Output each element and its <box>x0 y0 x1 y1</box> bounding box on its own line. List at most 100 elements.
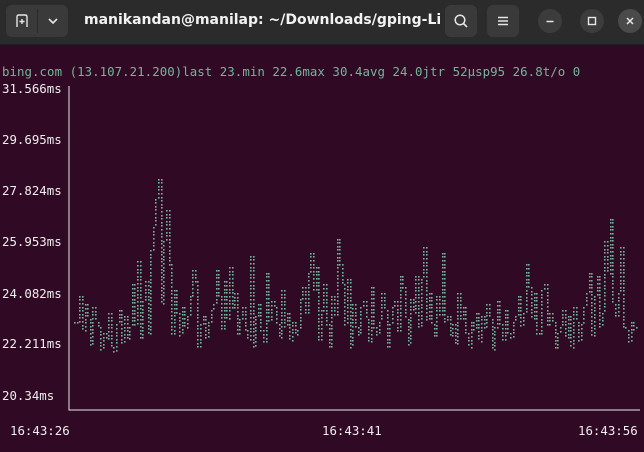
data-point <box>179 313 181 337</box>
data-point <box>82 296 84 330</box>
data-point <box>318 267 320 341</box>
data-point <box>148 281 150 334</box>
data-point <box>502 324 504 341</box>
data-point <box>247 330 249 339</box>
data-point <box>211 310 213 323</box>
data-point <box>295 322 297 334</box>
data-point <box>350 279 352 349</box>
data-point <box>279 324 281 337</box>
data-point <box>392 307 394 324</box>
data-point <box>77 322 79 324</box>
data-point <box>237 293 239 335</box>
data-point <box>379 322 381 334</box>
data-point <box>400 276 402 332</box>
data-point <box>560 327 562 333</box>
data-point <box>142 301 144 339</box>
data-point <box>415 276 417 314</box>
data-point <box>478 313 480 340</box>
data-point <box>119 310 121 323</box>
data-point <box>452 324 454 337</box>
data-point <box>245 307 247 331</box>
data-point <box>90 319 92 346</box>
data-point <box>331 296 333 348</box>
data-point <box>431 293 433 324</box>
data-point <box>368 319 370 342</box>
data-point <box>570 316 572 347</box>
data-point <box>586 293 588 306</box>
data-point <box>410 299 412 344</box>
data-point <box>85 304 87 332</box>
data-point <box>323 284 325 312</box>
data-point <box>79 296 81 323</box>
data-point <box>208 322 210 338</box>
data-point <box>74 322 76 324</box>
data-point <box>337 239 339 316</box>
data-point <box>468 333 470 346</box>
data-point <box>274 301 276 307</box>
data-point <box>213 304 215 310</box>
data-point <box>402 276 404 289</box>
data-point <box>604 241 606 312</box>
data-point <box>190 296 192 316</box>
data-point <box>200 324 202 348</box>
data-point <box>113 347 115 353</box>
data-point <box>513 322 515 338</box>
latency-plot <box>68 86 640 411</box>
data-point <box>434 324 436 337</box>
data-point <box>347 279 349 324</box>
data-point <box>329 324 331 348</box>
data-point <box>284 290 286 328</box>
data-point <box>557 333 559 349</box>
data-point <box>528 264 530 288</box>
data-point <box>489 304 491 317</box>
data-point <box>576 307 578 320</box>
data-point <box>266 273 268 343</box>
data-point <box>520 296 522 327</box>
data-point <box>161 179 163 303</box>
data-point <box>423 247 425 278</box>
data-point <box>302 287 304 300</box>
data-point <box>108 313 110 340</box>
data-point <box>297 330 299 336</box>
data-point <box>633 322 635 331</box>
data-point <box>455 324 457 344</box>
data-point <box>232 267 234 309</box>
data-point <box>195 270 197 283</box>
data-point <box>169 210 171 266</box>
data-point <box>436 296 438 337</box>
data-point <box>242 307 244 320</box>
data-point <box>552 313 554 322</box>
data-point <box>578 322 580 342</box>
data-point <box>366 301 368 318</box>
data-point <box>494 327 496 351</box>
data-point <box>555 322 557 349</box>
data-point <box>187 316 189 329</box>
data-point <box>342 264 344 284</box>
data-point <box>137 261 139 325</box>
data-point <box>184 307 186 327</box>
data-point <box>334 296 336 316</box>
data-point <box>473 322 475 331</box>
data-point <box>100 327 102 351</box>
data-point <box>547 284 549 326</box>
data-point <box>258 304 260 317</box>
data-point <box>562 310 564 326</box>
data-point <box>150 250 152 335</box>
data-point <box>421 279 423 327</box>
data-point <box>287 313 289 326</box>
data-point <box>116 324 118 352</box>
data-point <box>95 307 97 320</box>
data-point <box>326 284 328 326</box>
data-point <box>158 179 160 199</box>
data-point <box>405 287 407 318</box>
data-point <box>358 327 360 336</box>
data-point <box>471 322 473 349</box>
data-point <box>539 333 541 335</box>
data-point <box>442 253 444 316</box>
data-point <box>583 307 585 324</box>
chart-axis <box>68 86 640 411</box>
data-point <box>439 296 441 316</box>
data-point <box>381 293 383 320</box>
data-point <box>373 287 375 329</box>
data-point <box>205 316 207 339</box>
